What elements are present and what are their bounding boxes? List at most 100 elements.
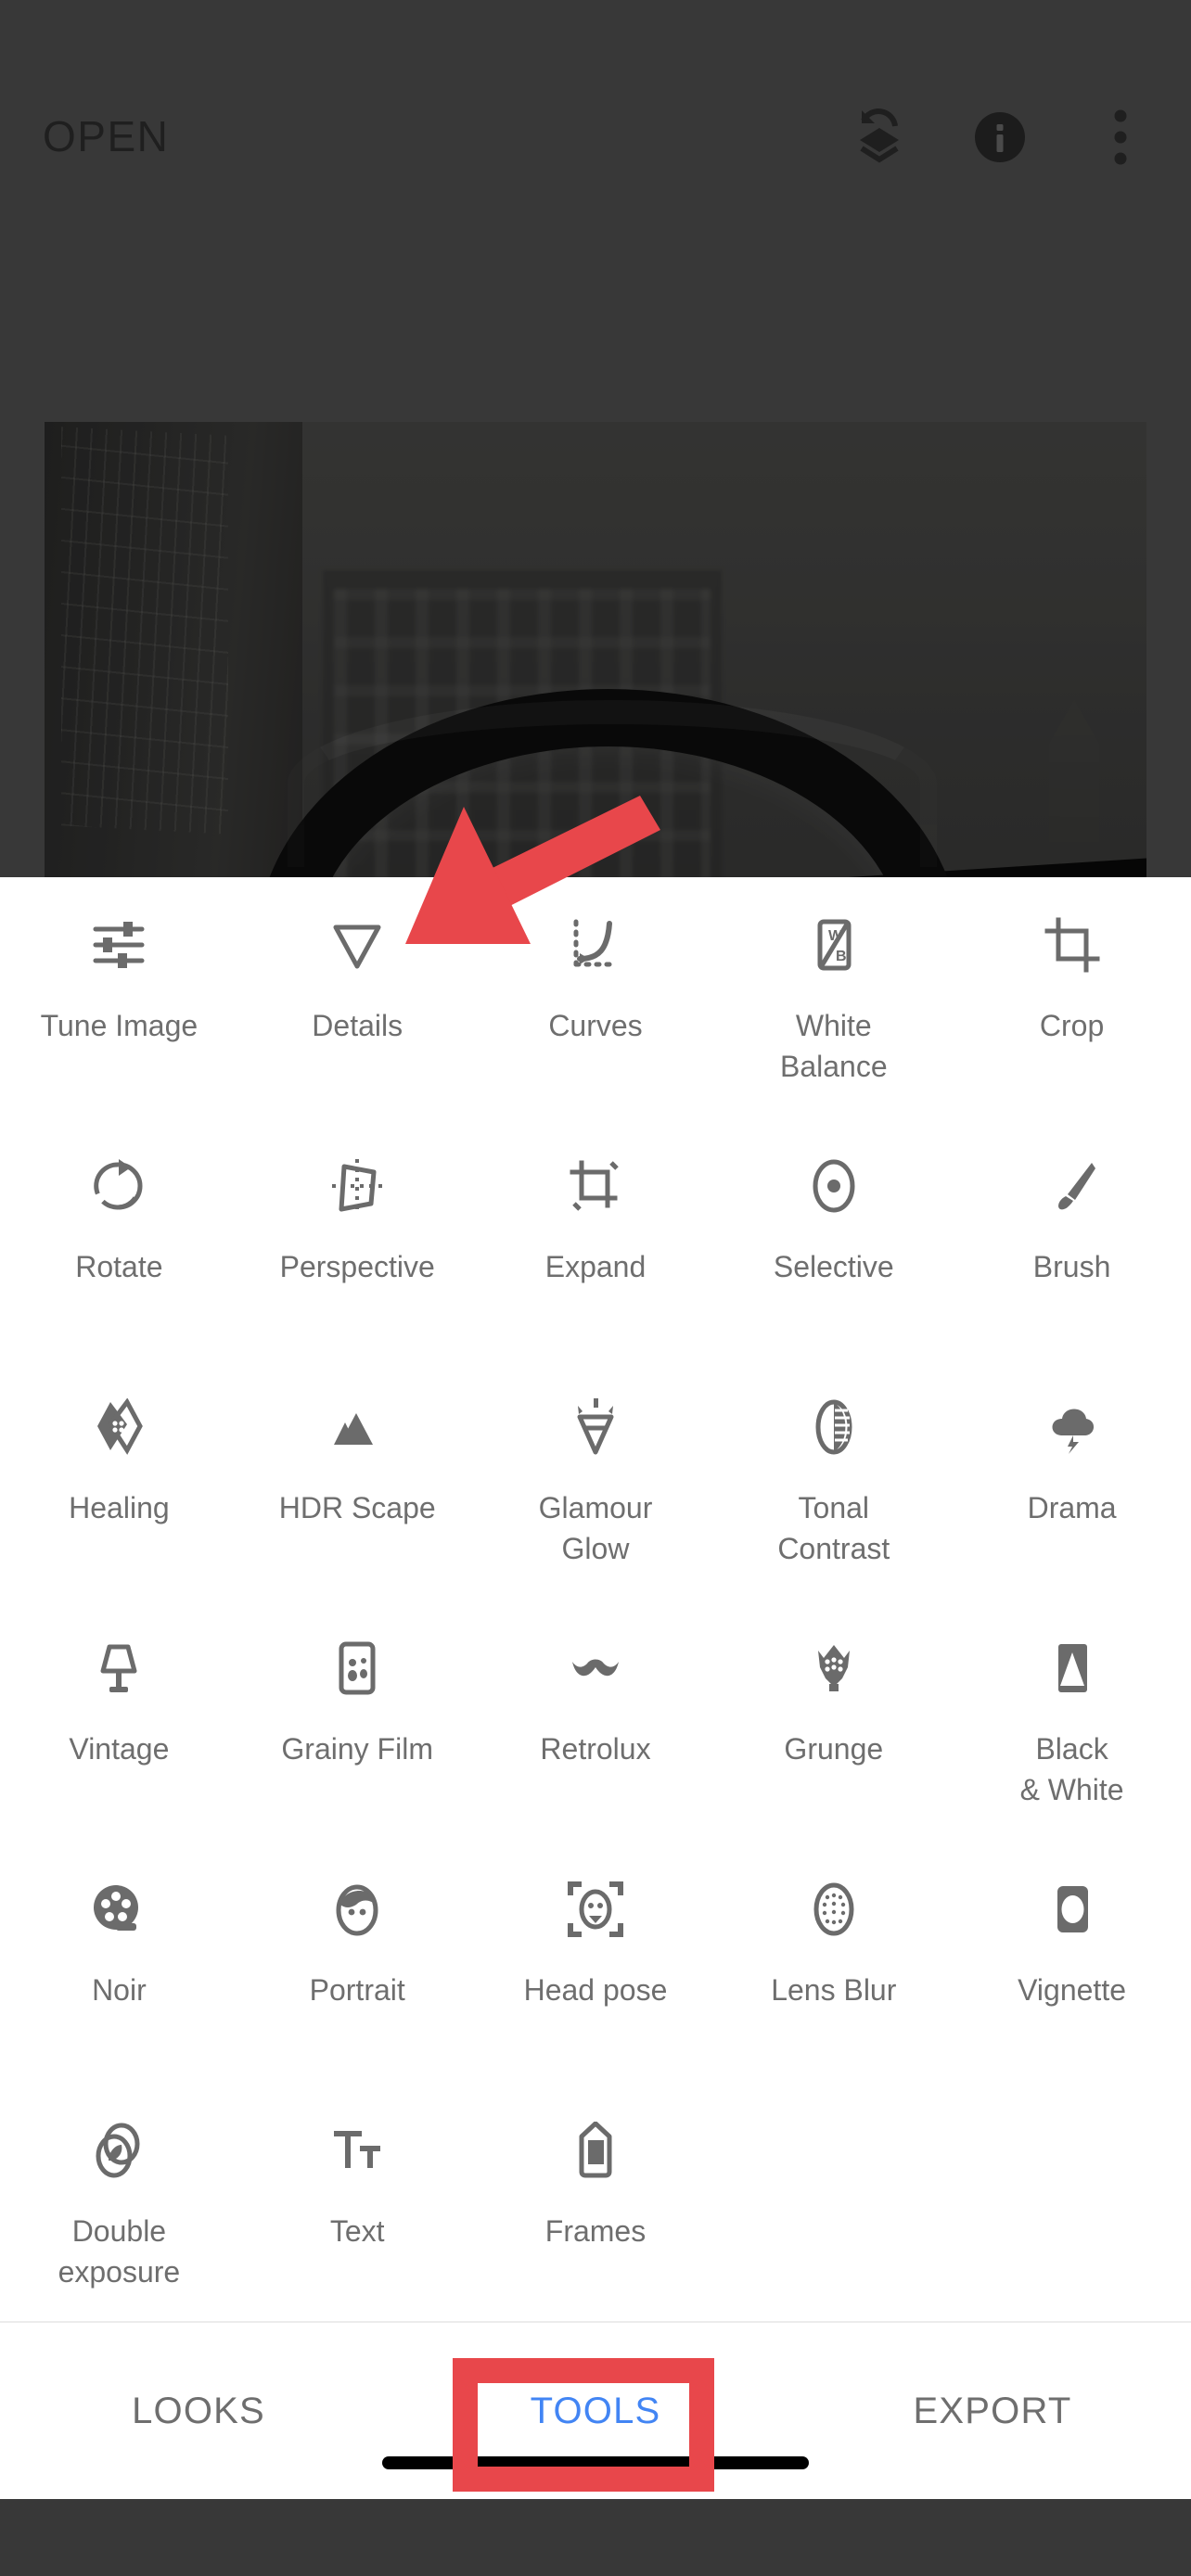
brush-icon <box>1036 1150 1108 1222</box>
tool-head-pose[interactable]: Head pose <box>477 1842 715 2083</box>
tool-label: Drama <box>1027 1491 1117 1524</box>
vintage-lamp-icon <box>83 1632 155 1704</box>
tool-label: Perspective <box>279 1250 435 1283</box>
tool-label: Selective <box>773 1250 894 1283</box>
tool-vignette[interactable]: Vignette <box>953 1842 1191 2083</box>
tool-lens-blur[interactable]: Lens Blur <box>714 1842 953 2083</box>
rotate-icon <box>83 1150 155 1222</box>
tool-label: Tonal Contrast <box>777 1491 890 1565</box>
tool-label: Noir <box>92 1973 147 2007</box>
tool-label: Glamour Glow <box>538 1491 653 1565</box>
tool-double-exposure[interactable]: Double exposure <box>0 2083 238 2324</box>
tool-rotate[interactable]: Rotate <box>0 1118 238 1359</box>
tool-label: Portrait <box>309 1973 405 2007</box>
topbar-icon-group <box>850 104 1150 171</box>
top-toolbar: OPEN <box>0 0 1191 241</box>
healing-icon <box>83 1391 155 1463</box>
lens-blur-icon <box>798 1873 870 1945</box>
white-balance-icon: W B <box>798 909 870 981</box>
tool-grunge[interactable]: Grunge <box>714 1600 953 1842</box>
drama-icon <box>1036 1391 1108 1463</box>
svg-text:B: B <box>836 949 847 964</box>
tool-label: HDR Scape <box>278 1491 436 1524</box>
tool-vintage[interactable]: Vintage <box>0 1600 238 1842</box>
tool-label: Healing <box>69 1491 170 1524</box>
photo-preview[interactable] <box>45 422 1146 877</box>
tool-label: White Balance <box>779 1009 888 1083</box>
tool-label: Frames <box>544 2214 647 2248</box>
tool-label: Curves <box>548 1009 643 1042</box>
tool-curves[interactable]: Curves <box>477 877 715 1118</box>
tool-label: Brush <box>1032 1250 1111 1283</box>
double-exposure-icon <box>83 2114 155 2187</box>
tool-brush[interactable]: Brush <box>953 1118 1191 1359</box>
tool-label: Tune Image <box>40 1009 198 1042</box>
tool-label: Grunge <box>784 1732 884 1766</box>
grunge-icon <box>798 1632 870 1704</box>
tool-crop[interactable]: Crop <box>953 877 1191 1118</box>
triangle-outline-icon <box>321 909 393 981</box>
portrait-icon <box>321 1873 393 1945</box>
tool-hdr-scape[interactable]: HDR Scape <box>238 1359 477 1600</box>
photo-image <box>45 422 1146 877</box>
bottom-tab-bar: LOOKS TOOLS EXPORT <box>0 2321 1191 2499</box>
tab-export[interactable]: EXPORT <box>794 2391 1191 2432</box>
black-and-white-icon <box>1036 1632 1108 1704</box>
tool-perspective[interactable]: Perspective <box>238 1118 477 1359</box>
tool-white-balance[interactable]: W B White Balance <box>714 877 953 1118</box>
frames-icon <box>559 2114 632 2187</box>
retrolux-icon <box>559 1632 632 1704</box>
tool-label: Details <box>312 1009 403 1042</box>
editor-backdrop: OPEN <box>0 0 1191 877</box>
tool-label: Expand <box>544 1250 647 1283</box>
head-pose-icon <box>559 1873 632 1945</box>
tool-text[interactable]: Text <box>238 2083 477 2324</box>
curves-icon <box>559 909 632 981</box>
home-indicator <box>382 2456 809 2469</box>
tool-retrolux[interactable]: Retrolux <box>477 1600 715 1842</box>
overflow-menu-icon[interactable] <box>1091 104 1150 171</box>
perspective-icon <box>321 1150 393 1222</box>
tool-glamour-glow[interactable]: Glamour Glow <box>477 1359 715 1600</box>
tool-drama[interactable]: Drama <box>953 1359 1191 1600</box>
tools-grid: Tune Image Details Curves W B White Bala… <box>0 877 1191 2324</box>
tool-label: Vignette <box>1018 1973 1126 2007</box>
tool-black-and-white[interactable]: Black & White <box>953 1600 1191 1842</box>
tool-tonal-contrast[interactable]: Tonal Contrast <box>714 1359 953 1600</box>
glamour-glow-icon <box>559 1391 632 1463</box>
tool-label: Crop <box>1039 1009 1105 1042</box>
tool-label: Lens Blur <box>771 1973 897 2007</box>
snapseed-screen: OPEN Tune Image Details Curves W B White… <box>0 0 1191 2576</box>
tool-label: Text <box>329 2214 385 2248</box>
hdr-scape-icon <box>321 1391 393 1463</box>
tool-selective[interactable]: Selective <box>714 1118 953 1359</box>
tool-label: Double exposure <box>58 2214 181 2289</box>
tool-label: Retrolux <box>540 1732 651 1766</box>
tool-details[interactable]: Details <box>238 877 477 1118</box>
noir-reel-icon <box>83 1873 155 1945</box>
tool-grainy-film[interactable]: Grainy Film <box>238 1600 477 1842</box>
tool-portrait[interactable]: Portrait <box>238 1842 477 2083</box>
tool-healing[interactable]: Healing <box>0 1359 238 1600</box>
tab-tools[interactable]: TOOLS <box>397 2391 794 2432</box>
crop-icon <box>1036 909 1108 981</box>
open-button[interactable]: OPEN <box>43 111 169 161</box>
tool-tune-image[interactable]: Tune Image <box>0 877 238 1118</box>
tools-panel: Tune Image Details Curves W B White Bala… <box>0 877 1191 2321</box>
tool-label: Rotate <box>75 1250 163 1283</box>
sliders-icon <box>83 909 155 981</box>
tool-label: Head pose <box>523 1973 668 2007</box>
tab-looks[interactable]: LOOKS <box>0 2391 397 2432</box>
info-icon[interactable] <box>970 104 1030 171</box>
expand-icon <box>559 1150 632 1222</box>
grainy-film-icon <box>321 1632 393 1704</box>
revert-stack-icon[interactable] <box>850 104 909 171</box>
selective-icon <box>798 1150 870 1222</box>
tool-expand[interactable]: Expand <box>477 1118 715 1359</box>
tool-frames[interactable]: Frames <box>477 2083 715 2324</box>
tool-label: Black & White <box>1019 1732 1124 1806</box>
tool-label: Grainy Film <box>281 1732 433 1766</box>
text-icon <box>321 2114 393 2187</box>
tool-noir[interactable]: Noir <box>0 1842 238 2083</box>
tool-label: Vintage <box>69 1732 170 1766</box>
